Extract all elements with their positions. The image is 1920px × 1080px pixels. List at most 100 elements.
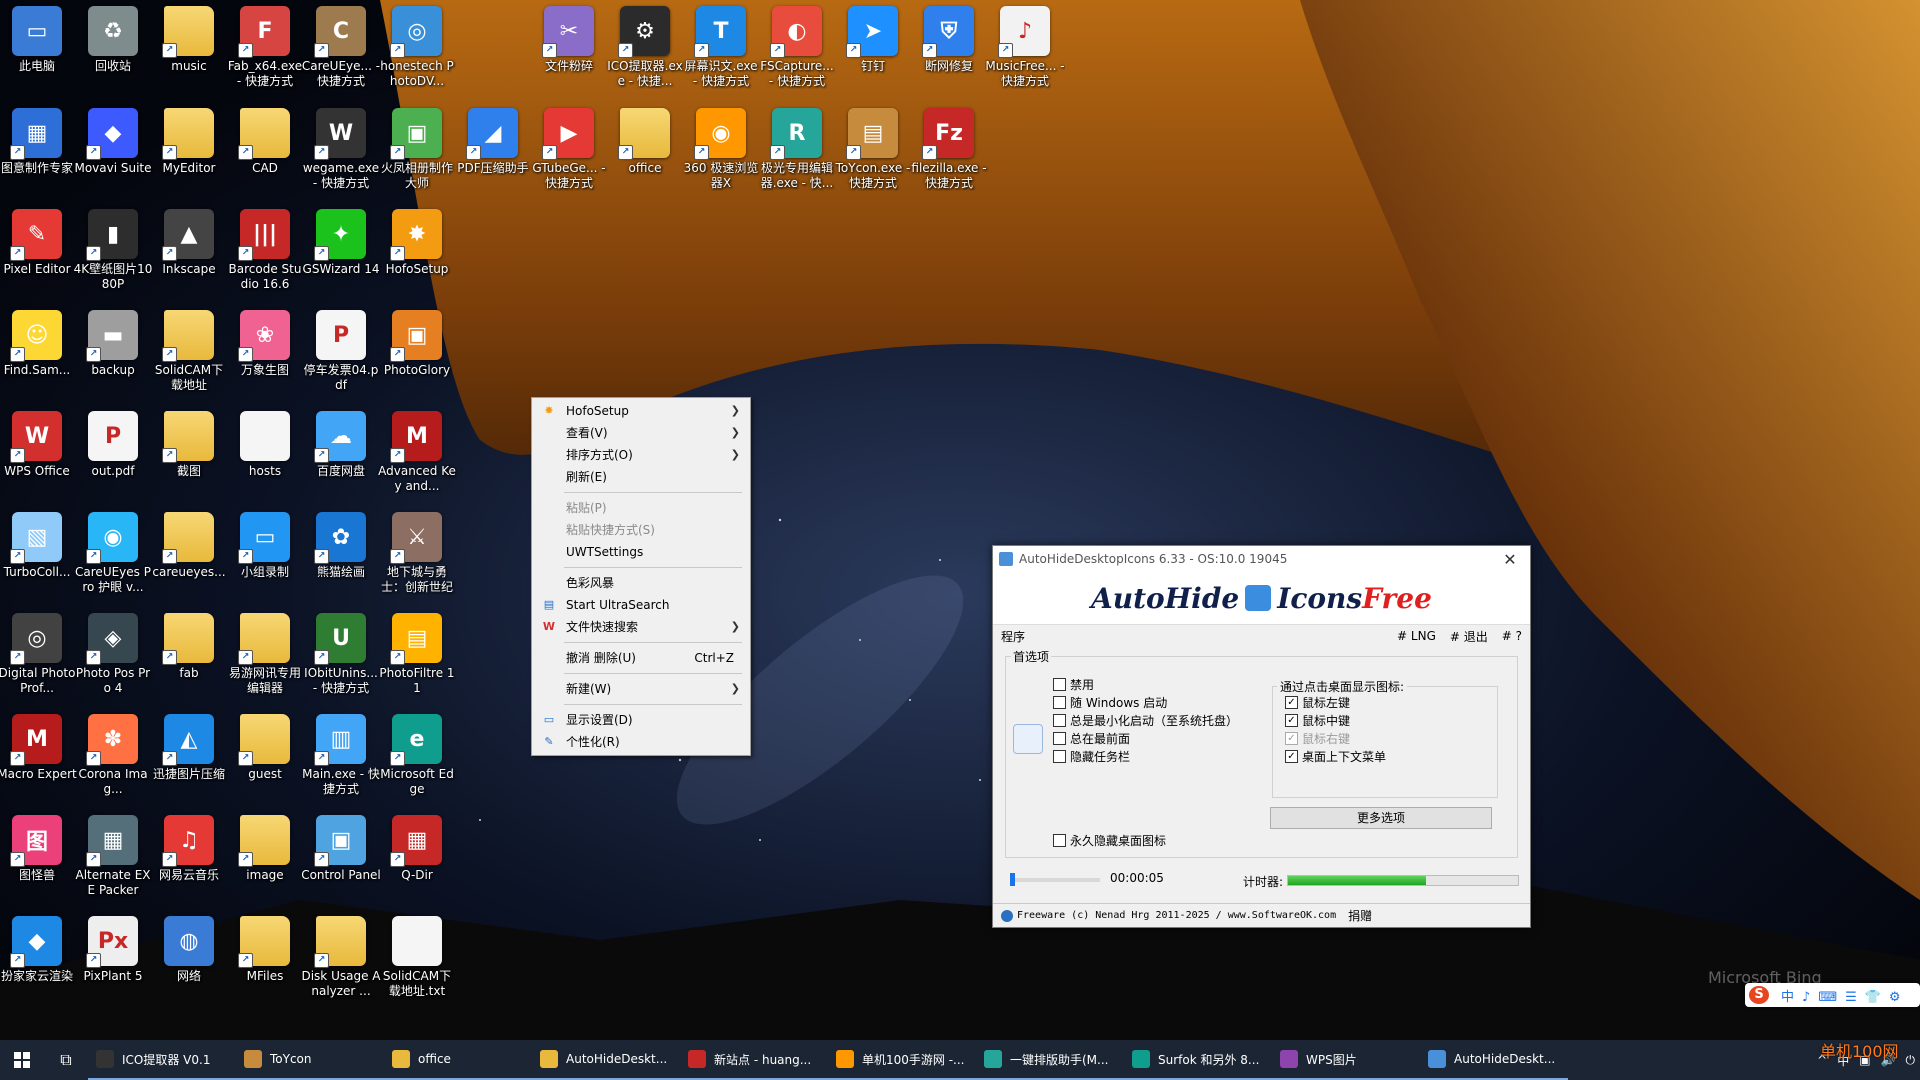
desktop-icon[interactable]: W ↗ wegame.exe - 快捷方式 [303, 108, 379, 206]
desktop-icon[interactable]: ✦ ↗ GSWizard 14 [303, 209, 379, 307]
desktop-icon[interactable]: ⚔ ↗ 地下城与勇士：创新世纪 [380, 512, 454, 610]
menu-help[interactable]: # ? [1502, 629, 1522, 643]
desktop-icon[interactable]: Fz ↗ filezilla.exe - 快捷方式 [911, 108, 987, 206]
desktop-icon[interactable]: ✿ ↗ 熊猫绘画 [304, 512, 378, 610]
context-menu-item[interactable]: 新建(W) ❯ [532, 678, 750, 700]
desktop-icon[interactable]: ✽ ↗ Corona Imag... [76, 714, 150, 812]
context-menu-item[interactable]: ✸ HofoSetup ❯ [532, 400, 750, 422]
taskbar-app[interactable]: 一键排版助手(M... [976, 1040, 1124, 1080]
desktop-icon[interactable]: ◐ ↗ FSCapture... - 快捷方式 [760, 6, 834, 104]
desktop-icon[interactable]: ↗ office [608, 108, 682, 206]
desktop-icon[interactable]: ✎ ↗ Pixel Editor [0, 209, 74, 307]
menu-exit[interactable]: # 退出 [1450, 628, 1488, 645]
desktop-icon[interactable]: ▣ ↗ PhotoGlory [380, 310, 454, 408]
donate-link[interactable]: 捐赠 [1348, 907, 1372, 924]
desktop-icon[interactable]: ▤ ↗ PhotoFiltre 11 [379, 613, 455, 711]
desktop-icon[interactable]: ♫ ↗ 网易云音乐 [152, 815, 226, 913]
desktop-icon[interactable]: ♻ 回收站 [76, 6, 150, 104]
desktop-icon[interactable]: ▧ ↗ TurboColl... [0, 512, 74, 610]
taskbar-app[interactable]: AutoHideDeskt... [532, 1040, 680, 1080]
desktop-icon[interactable]: ➤ ↗ 钉钉 [836, 6, 910, 104]
context-menu-item[interactable]: ▭ 显示设置(D) [532, 709, 750, 731]
desktop-icon[interactable]: ↗ SolidCAM下载地址 [152, 310, 226, 408]
desktop-icon[interactable]: ✂ ↗ 文件粉碎 [532, 6, 606, 104]
context-menu-item[interactable]: 色彩风暴 [532, 572, 750, 594]
desktop-icon[interactable]: ▶ ↗ GTubeGe... - 快捷方式 [532, 108, 606, 206]
context-menu-item[interactable]: 查看(V) ❯ [532, 422, 750, 444]
sogou-icon[interactable]: S [1749, 986, 1769, 1004]
footer-text[interactable]: Freeware (c) Nenad Hrg 2011-2025 / www.S… [1017, 910, 1336, 921]
option-checkbox[interactable]: 禁用 [1053, 676, 1094, 692]
desktop-icon[interactable]: U ↗ IObitUnins... - 快捷方式 [304, 613, 378, 711]
desktop-icon[interactable]: ▦ ↗ Alternate EXE Packer [75, 815, 151, 913]
click-option-checkbox[interactable]: ✓ 鼠标中键 [1285, 712, 1350, 728]
desktop-icon[interactable]: W ↗ WPS Office [0, 411, 74, 509]
desktop-icon[interactable]: P 停车发票04.pdf [304, 310, 378, 408]
desktop-icon[interactable]: ↗ CAD [228, 108, 302, 206]
desktop-icon[interactable]: ☺ ↗ Find.Sam... [0, 310, 74, 408]
desktop-icon[interactable]: C ↗ CareUEye... - 快捷方式 [302, 6, 380, 104]
desktop-icon[interactable]: ↗ fab [152, 613, 226, 711]
context-menu-item[interactable]: 刷新(E) [532, 466, 750, 488]
desktop-icon[interactable]: ◆ ↗ Movavi Suite [74, 108, 152, 206]
desktop-icon[interactable]: ◆ ↗ 扮家家云渲染 [0, 916, 74, 1014]
desktop-icon[interactable]: ◍ 网络 [152, 916, 226, 1014]
desktop-icon[interactable]: Pout.pdf [76, 411, 150, 509]
desktop-icon[interactable]: ♪ ↗ MusicFree... - 快捷方式 [985, 6, 1065, 104]
desktop-icon[interactable]: Px ↗ PixPlant 5 [76, 916, 150, 1014]
taskbar-app[interactable]: 新站点 - huang... [680, 1040, 828, 1080]
desktop-icon[interactable]: ◎ ↗ honestech PhotoDV... [380, 6, 454, 104]
desktop-icon[interactable]: ◭ ↗ 迅捷图片压缩 [152, 714, 226, 812]
timer-slider[interactable] [1010, 873, 1100, 886]
desktop-icon[interactable]: ↗ Disk Usage Analyzer ... [301, 916, 381, 1014]
desktop-icon[interactable]: ◉ ↗ CareUEyes Pro 护眼 v... [75, 512, 151, 610]
taskbar-app[interactable]: ToYcon [236, 1040, 384, 1080]
desktop-icon[interactable]: ▣ ↗ 火凤相册制作大师 [380, 108, 454, 206]
more-options-button[interactable]: 更多选项 [1270, 807, 1492, 829]
taskbar-app[interactable]: office [384, 1040, 532, 1080]
desktop-icon[interactable]: ▦ ↗ 图意制作专家 [0, 108, 74, 206]
close-button[interactable]: ✕ [1490, 550, 1530, 569]
taskbar-app[interactable]: WPS图片 [1272, 1040, 1420, 1080]
desktop-icon[interactable]: ↗ guest [228, 714, 302, 812]
click-option-checkbox[interactable]: ✓ 鼠标左键 [1285, 694, 1350, 710]
desktop-icon[interactable]: ▬ ↗ backup [76, 310, 150, 408]
desktop-icon[interactable]: ☁ ↗ 百度网盘 [304, 411, 378, 509]
menu-program[interactable]: 程序 [1001, 628, 1025, 645]
taskbar-app[interactable]: 单机100手游网 -... [828, 1040, 976, 1080]
taskbar-app[interactable]: Surfok 和另外 8... [1124, 1040, 1272, 1080]
context-menu-item[interactable]: 撤消 删除(U) Ctrl+Z [532, 647, 750, 669]
desktop-icon[interactable]: ↗ 截图 [152, 411, 226, 509]
desktop-icon[interactable]: M ↗ Advanced Key and... [378, 411, 456, 509]
ime-button[interactable]: 👕 [1865, 990, 1881, 1005]
desktop-icon[interactable]: ▤ ↗ ToYcon.exe - 快捷方式 [836, 108, 910, 206]
start-button[interactable] [0, 1040, 44, 1080]
tray-icon[interactable]: ⏻ [1906, 1053, 1916, 1068]
desktop-icon[interactable]: e ↗ Microsoft Edge [380, 714, 454, 812]
desktop-icon[interactable]: ▣ ↗ Control Panel [301, 815, 381, 913]
ime-button[interactable]: ♪ [1802, 990, 1810, 1005]
taskbar-app[interactable]: ICO提取器 V0.1 [88, 1040, 236, 1080]
desktop-icon[interactable]: T ↗ 屏幕识文.exe - 快捷方式 [684, 6, 758, 104]
context-menu-item[interactable]: 排序方式(O) ❯ [532, 444, 750, 466]
context-menu-item[interactable]: ✎ 个性化(R) [532, 731, 750, 753]
desktop-icon[interactable]: ▦ ↗ Q-Dir [380, 815, 454, 913]
option-checkbox[interactable]: 随 Windows 启动 [1053, 694, 1167, 710]
context-menu-item[interactable]: ▤ Start UltraSearch [532, 594, 750, 616]
desktop-icon[interactable]: R ↗ 极光专用编辑器.exe - 快... [760, 108, 834, 206]
option-checkbox[interactable]: 总在最前面 [1053, 730, 1130, 746]
desktop-icon[interactable]: ✸ ↗ HofoSetup [380, 209, 454, 307]
desktop-icon[interactable]: ⚙ ↗ ICO提取器.exe - 快捷... [607, 6, 683, 104]
desktop-icon[interactable]: ▭ ↗ 小组录制 [228, 512, 302, 610]
desktop-icon[interactable]: ▲ ↗ Inkscape [152, 209, 226, 307]
desktop-icon[interactable]: ▭ 此电脑 [0, 6, 74, 104]
ime-button[interactable]: ⚙ [1889, 990, 1901, 1005]
menu-lng[interactable]: # LNG [1397, 629, 1436, 643]
context-menu-item[interactable]: UWTSettings [532, 541, 750, 563]
permanent-hide-checkbox[interactable]: 永久隐藏桌面图标 [1053, 832, 1166, 848]
desktop-icon[interactable]: ↗ image [228, 815, 302, 913]
desktop-icon[interactable]: SolidCAM下载地址.txt [380, 916, 454, 1014]
task-view-icon[interactable]: ⧉ [44, 1050, 88, 1070]
slider-thumb[interactable] [1010, 873, 1015, 886]
option-checkbox[interactable]: 隐藏任务栏 [1053, 748, 1130, 764]
